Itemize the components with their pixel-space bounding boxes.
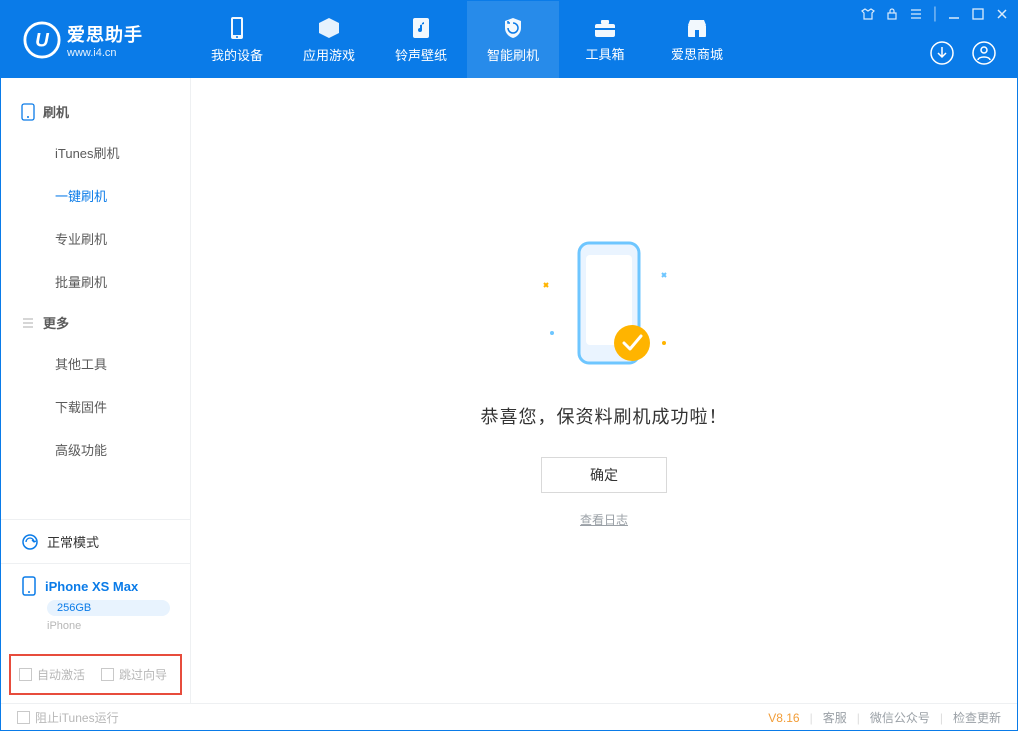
footer-link-support[interactable]: 客服 bbox=[823, 709, 847, 726]
device-mode-row[interactable]: 正常模式 bbox=[1, 520, 190, 564]
footer-link-update[interactable]: 检查更新 bbox=[953, 709, 1001, 726]
close-icon[interactable] bbox=[995, 7, 1009, 21]
sidebar: 刷机 iTunes刷机 一键刷机 专业刷机 批量刷机 更多 其他工具 下载固件 … bbox=[1, 78, 191, 703]
sidebar-item-pro-flash[interactable]: 专业刷机 bbox=[1, 217, 190, 260]
user-icon[interactable] bbox=[971, 40, 997, 66]
sidebar-item-itunes-flash[interactable]: iTunes刷机 bbox=[1, 131, 190, 174]
sidebar-item-other-tools[interactable]: 其他工具 bbox=[1, 342, 190, 385]
logo-icon: U bbox=[23, 21, 61, 59]
footer-link-wechat[interactable]: 微信公众号 bbox=[870, 709, 930, 726]
toolbox-icon bbox=[593, 17, 617, 39]
success-message: 恭喜您，保资料刷机成功啦！ bbox=[481, 403, 728, 429]
nav-tabs: 我的设备 应用游戏 铃声壁纸 智能刷机 工具箱 爱思商城 bbox=[191, 1, 743, 78]
checkbox-auto-activate[interactable]: 自动激活 bbox=[19, 666, 85, 683]
header-actions bbox=[929, 40, 997, 66]
sidebar-item-oneclick-flash[interactable]: 一键刷机 bbox=[1, 174, 190, 217]
window-controls: | bbox=[861, 5, 1009, 23]
svg-text:U: U bbox=[35, 30, 50, 51]
nav-tab-device[interactable]: 我的设备 bbox=[191, 1, 283, 78]
main-content: 恭喜您，保资料刷机成功啦！ 确定 查看日志 bbox=[191, 78, 1017, 703]
view-log-link[interactable]: 查看日志 bbox=[580, 511, 628, 528]
ok-button[interactable]: 确定 bbox=[541, 457, 667, 493]
checkbox-icon bbox=[19, 668, 32, 681]
sidebar-group-more: 更多 bbox=[1, 303, 190, 342]
app-header: U 爱思助手 www.i4.cn 我的设备 应用游戏 铃声壁纸 智能刷机 工具箱 bbox=[1, 1, 1017, 78]
nav-tab-ringtones[interactable]: 铃声壁纸 bbox=[375, 1, 467, 78]
store-icon bbox=[685, 17, 709, 39]
version-label: V8.16 bbox=[768, 711, 799, 725]
options-highlight-box: 自动激活 跳过向导 bbox=[9, 654, 182, 695]
status-bar: 阻止iTunes运行 V8.16 | 客服 | 微信公众号 | 检查更新 bbox=[1, 703, 1017, 731]
sidebar-item-advanced[interactable]: 高级功能 bbox=[1, 428, 190, 471]
app-name: 爱思助手 bbox=[67, 21, 143, 47]
success-illustration bbox=[524, 233, 684, 383]
divider-icon: | bbox=[933, 5, 937, 23]
device-icon bbox=[227, 16, 247, 40]
checkbox-block-itunes[interactable]: 阻止iTunes运行 bbox=[17, 709, 119, 726]
checkbox-icon bbox=[17, 711, 30, 724]
phone-outline-icon bbox=[21, 103, 35, 121]
sync-icon bbox=[21, 533, 39, 551]
nav-tab-apps[interactable]: 应用游戏 bbox=[283, 1, 375, 78]
checkbox-icon bbox=[101, 668, 114, 681]
device-name: iPhone XS Max bbox=[45, 579, 138, 594]
maximize-icon[interactable] bbox=[971, 7, 985, 21]
nav-tab-store[interactable]: 爱思商城 bbox=[651, 1, 743, 78]
shirt-icon[interactable] bbox=[861, 7, 875, 21]
checkbox-skip-guide[interactable]: 跳过向导 bbox=[101, 666, 167, 683]
device-type: iPhone bbox=[47, 620, 170, 632]
sidebar-item-batch-flash[interactable]: 批量刷机 bbox=[1, 260, 190, 303]
storage-badge: 256GB bbox=[47, 600, 170, 616]
minimize-icon[interactable] bbox=[947, 7, 961, 21]
menu-icon[interactable] bbox=[909, 7, 923, 21]
cube-icon bbox=[317, 16, 341, 40]
sidebar-item-download-firmware[interactable]: 下载固件 bbox=[1, 385, 190, 428]
sidebar-group-flash: 刷机 bbox=[1, 92, 190, 131]
download-icon[interactable] bbox=[929, 40, 955, 66]
phone-icon bbox=[21, 576, 37, 596]
music-file-icon bbox=[410, 16, 432, 40]
app-url: www.i4.cn bbox=[67, 47, 143, 59]
device-info[interactable]: iPhone XS Max 256GB iPhone bbox=[1, 564, 190, 642]
app-logo: U 爱思助手 www.i4.cn bbox=[1, 21, 191, 59]
nav-tab-flash[interactable]: 智能刷机 bbox=[467, 1, 559, 78]
lock-icon[interactable] bbox=[885, 7, 899, 21]
shield-sync-icon bbox=[501, 16, 525, 40]
list-icon bbox=[21, 316, 35, 330]
nav-tab-toolbox[interactable]: 工具箱 bbox=[559, 1, 651, 78]
